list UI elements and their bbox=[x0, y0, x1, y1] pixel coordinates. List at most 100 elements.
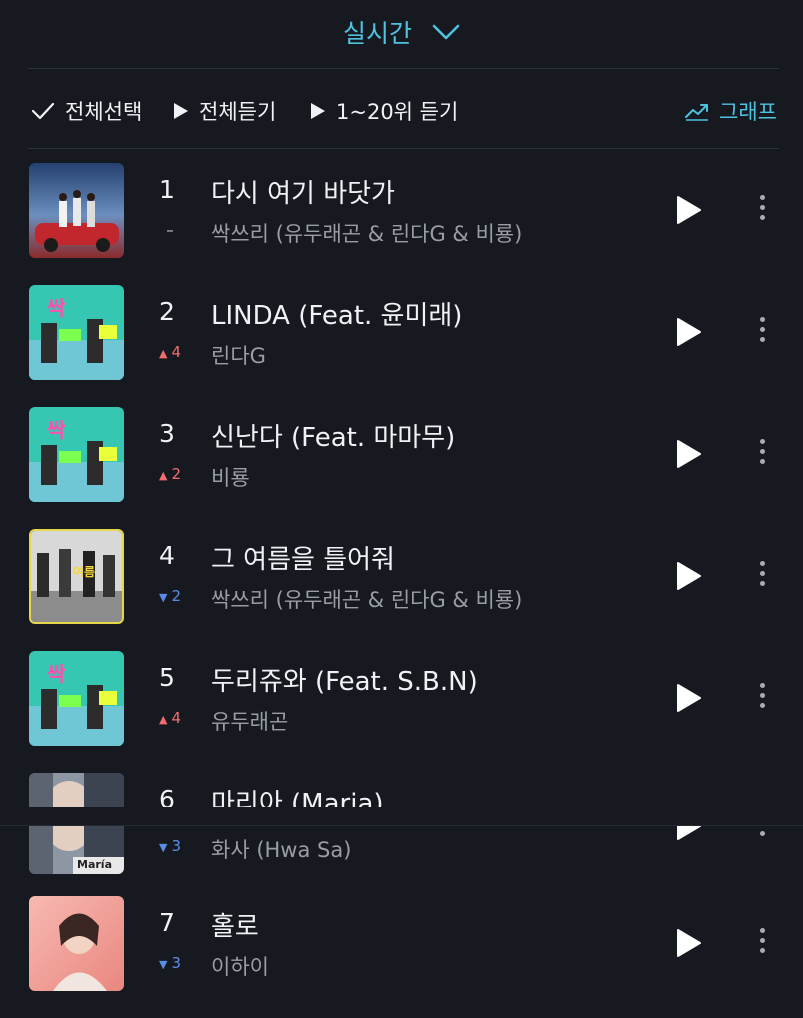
toolbar-divider bbox=[28, 148, 779, 149]
album-cover[interactable] bbox=[29, 163, 124, 258]
list-item[interactable]: 7 ▼ 3 홀로 이하이 bbox=[0, 896, 803, 1018]
list-item-continued[interactable]: María ▼ 3 화사 (Hwa Sa) bbox=[0, 826, 803, 874]
artist-name[interactable]: 유두래곤 bbox=[211, 706, 288, 736]
play-button[interactable] bbox=[676, 439, 702, 469]
album-art-image: 싹 bbox=[29, 285, 124, 380]
song-title[interactable]: 두리쥬와 (Feat. S.B.N) bbox=[211, 661, 478, 698]
chevron-down-icon bbox=[432, 24, 460, 40]
list-item[interactable]: 싹 5 ▲ 4 두리쥬와 (Feat. S.B.N) 유두래곤 bbox=[0, 651, 803, 773]
song-title[interactable]: 그 여름을 틀어줘 bbox=[211, 539, 395, 576]
album-cover[interactable]: 싹 bbox=[29, 285, 124, 380]
list-item-top-part: 6 마리아 (Maria) bbox=[0, 773, 803, 807]
more-options-icon[interactable] bbox=[752, 439, 772, 471]
play-icon bbox=[677, 826, 701, 840]
rank-number: 2 bbox=[159, 297, 175, 326]
toolbar: 전체선택 전체듣기 1~20위 듣기 그래프 bbox=[0, 90, 803, 130]
arrow-down-icon: ▼ bbox=[158, 591, 168, 604]
artist-name[interactable]: 비룡 bbox=[211, 462, 250, 492]
rank-change-value: 4 bbox=[171, 343, 181, 361]
album-art-image bbox=[29, 773, 124, 807]
album-art-image bbox=[29, 896, 124, 991]
song-title[interactable]: 홀로 bbox=[211, 906, 259, 943]
arrow-down-icon: ▼ bbox=[158, 841, 168, 854]
play-all-label: 전체듣기 bbox=[199, 100, 277, 124]
song-title[interactable]: 신난다 (Feat. 마마무) bbox=[211, 417, 455, 454]
svg-text:싹: 싹 bbox=[47, 296, 66, 320]
more-options-icon[interactable] bbox=[752, 317, 772, 349]
artist-name[interactable]: 린다G bbox=[211, 340, 266, 370]
album-cover[interactable]: 싹 bbox=[29, 407, 124, 502]
album-cover-text: María bbox=[77, 858, 112, 871]
rank-number: 4 bbox=[159, 541, 175, 570]
play-button[interactable] bbox=[676, 317, 702, 347]
rank-number: 5 bbox=[159, 663, 175, 692]
play-button[interactable] bbox=[676, 561, 702, 591]
rank-change-value: 4 bbox=[171, 709, 181, 727]
artist-name[interactable]: 이하이 bbox=[211, 951, 269, 981]
graph-button[interactable]: 그래프 bbox=[685, 96, 777, 126]
trend-chart-icon bbox=[685, 104, 708, 121]
rank-change-up: ▲ 4 bbox=[150, 343, 190, 361]
rank-change-down: ▼ 3 bbox=[150, 954, 190, 972]
play-top-label: 1~20위 듣기 bbox=[336, 100, 459, 124]
album-cover[interactable]: 여름 bbox=[29, 529, 124, 624]
chart-type-dropdown[interactable]: 실시간 bbox=[0, 14, 803, 50]
arrow-down-icon: ▼ bbox=[158, 958, 168, 971]
rank-number: 3 bbox=[159, 419, 175, 448]
rank-change-up: ▲ 4 bbox=[150, 709, 190, 727]
album-cover[interactable]: 싹 bbox=[29, 651, 124, 746]
svg-text:싹: 싹 bbox=[47, 662, 66, 686]
list-item[interactable]: 싹 2 ▲ 4 LINDA (Feat. 윤미래) 린다G bbox=[0, 285, 803, 407]
play-all-button[interactable]: 전체듣기 bbox=[173, 96, 276, 126]
more-options-icon[interactable] bbox=[752, 683, 772, 715]
list-item-bottom-part: María ▼ 3 화사 (Hwa Sa) bbox=[0, 826, 803, 874]
song-title[interactable]: 다시 여기 바닷가 bbox=[211, 173, 395, 210]
artist-name[interactable]: 싹쓰리 (유두래곤 & 린다G & 비룡) bbox=[211, 218, 522, 248]
rank-change-down: ▼ 2 bbox=[150, 587, 190, 605]
play-button[interactable] bbox=[676, 683, 702, 713]
check-icon bbox=[31, 102, 55, 120]
list-item[interactable]: 싹 3 ▲ 2 신난다 (Feat. 마마무) 비룡 bbox=[0, 407, 803, 529]
album-art-image bbox=[29, 163, 124, 258]
rank-change-value: 3 bbox=[171, 837, 181, 855]
select-all-label: 전체선택 bbox=[65, 100, 143, 124]
more-options-icon[interactable] bbox=[752, 561, 772, 593]
graph-label: 그래프 bbox=[719, 100, 777, 124]
rank-number: 7 bbox=[159, 908, 175, 937]
play-button[interactable] bbox=[676, 195, 702, 225]
album-cover[interactable] bbox=[29, 896, 124, 991]
list-item[interactable]: 1 – 다시 여기 바닷가 싹쓰리 (유두래곤 & 린다G & 비룡) bbox=[0, 163, 803, 285]
chart-type-label: 실시간 bbox=[343, 19, 413, 48]
song-title[interactable]: 마리아 (Maria) bbox=[211, 783, 384, 807]
play-icon bbox=[677, 440, 701, 468]
rank-number: 6 bbox=[159, 785, 175, 807]
play-button[interactable] bbox=[676, 826, 702, 841]
svg-text:싹: 싹 bbox=[47, 418, 66, 442]
album-art-image: 여름 bbox=[31, 531, 122, 622]
list-item[interactable]: 여름 4 ▼ 2 그 여름을 틀어줘 싹쓰리 (유두래곤 & 린다G & 비룡) bbox=[0, 529, 803, 651]
album-cover[interactable] bbox=[29, 773, 124, 807]
list-item[interactable]: 6 마리아 (Maria) bbox=[0, 773, 803, 807]
arrow-up-icon: ▲ bbox=[158, 713, 168, 726]
rank-number: 1 bbox=[159, 175, 175, 204]
play-icon bbox=[677, 562, 701, 590]
play-button[interactable] bbox=[676, 928, 702, 958]
play-top-button[interactable]: 1~20위 듣기 bbox=[310, 96, 458, 126]
arrow-up-icon: ▲ bbox=[158, 347, 168, 360]
rank-change-value: 2 bbox=[171, 465, 181, 483]
rank-change-down: ▼ 3 bbox=[150, 837, 190, 855]
play-icon bbox=[677, 196, 701, 224]
arrow-up-icon: ▲ bbox=[158, 469, 168, 482]
artist-name[interactable]: 화사 (Hwa Sa) bbox=[211, 834, 351, 864]
album-cover[interactable]: María bbox=[29, 826, 124, 874]
play-icon bbox=[677, 318, 701, 346]
artist-name[interactable]: 싹쓰리 (유두래곤 & 린다G & 비룡) bbox=[211, 584, 522, 614]
song-title[interactable]: LINDA (Feat. 윤미래) bbox=[211, 295, 462, 332]
play-icon bbox=[174, 103, 188, 119]
play-icon bbox=[677, 929, 701, 957]
rank-change-value: – bbox=[166, 221, 174, 239]
more-options-icon[interactable] bbox=[752, 928, 772, 960]
more-options-icon[interactable] bbox=[752, 195, 772, 227]
select-all-button[interactable]: 전체선택 bbox=[31, 96, 142, 126]
more-options-icon[interactable] bbox=[752, 826, 772, 843]
